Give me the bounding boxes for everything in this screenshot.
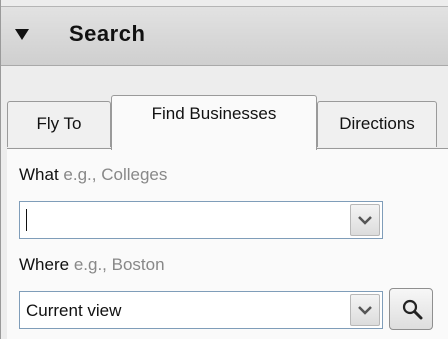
search-button[interactable] [389,288,433,330]
what-label: What e.g., Colleges [19,165,167,185]
tab-strip: Fly To Find Businesses Directions [1,95,448,150]
what-dropdown-button[interactable] [350,204,380,236]
find-businesses-form: What e.g., Colleges Where e.g., Boston C… [7,148,448,339]
search-panel-header[interactable]: Search [1,6,448,66]
tab-find-businesses[interactable]: Find Businesses [111,95,317,150]
collapse-arrow-icon[interactable] [15,29,29,40]
what-hint: e.g., Colleges [63,165,168,184]
panel-title: Search [69,21,146,46]
chevron-down-icon [358,216,372,225]
chevron-down-icon [358,306,372,315]
what-label-text: What [19,165,59,184]
what-combobox[interactable] [19,201,383,239]
where-hint: e.g., Boston [73,255,165,274]
where-label: Where e.g., Boston [19,255,165,275]
tab-fly-to[interactable]: Fly To [7,101,111,147]
where-input-value[interactable]: Current view [26,301,121,321]
where-combobox[interactable]: Current view [19,291,383,329]
magnifier-icon [402,299,423,320]
tab-directions[interactable]: Directions [317,101,437,147]
search-panel: Search Fly To Find Businesses Directions… [0,0,448,339]
where-label-text: Where [19,255,70,274]
where-dropdown-button[interactable] [350,294,380,326]
text-cursor [26,209,27,231]
